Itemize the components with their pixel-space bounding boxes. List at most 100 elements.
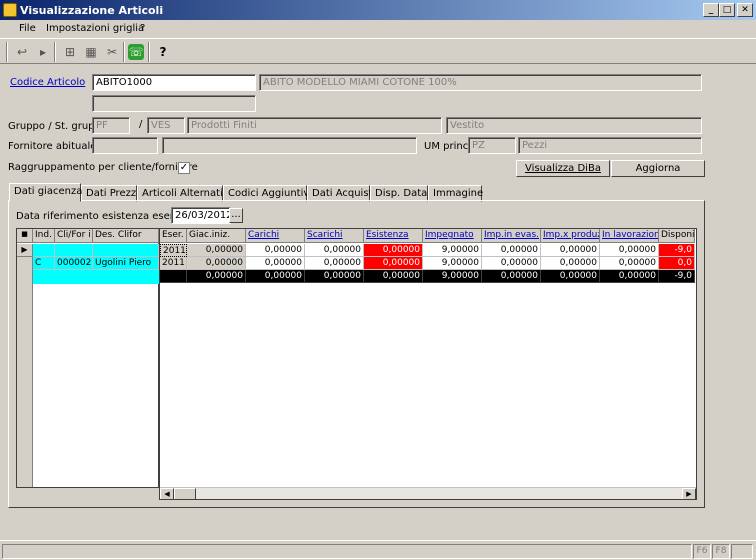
um-desc-field: Pezzi xyxy=(518,137,702,154)
toolbar-separator xyxy=(123,42,125,62)
codice-articolo-link[interactable]: Codice Articolo xyxy=(10,77,85,88)
data-riferimento-label: Data riferimento esistenza esercizio xyxy=(16,211,197,222)
window-title: Visualizzazione Articoli xyxy=(20,4,164,17)
table-cell-giac-iniz[interactable]: 0,00000 xyxy=(187,257,246,270)
close-button[interactable]: ✕ xyxy=(737,3,753,17)
table-cell-imp-x-produz[interactable]: 0,00000 xyxy=(541,244,600,257)
table-cell-imp-x-produz[interactable]: 0,00000 xyxy=(541,257,600,270)
undo-icon[interactable]: ↩ xyxy=(12,43,32,61)
gruppo-code-field: PF xyxy=(92,117,130,134)
menu-help[interactable]: ? xyxy=(140,23,145,34)
table-cell-scarichi[interactable]: 0,00000 xyxy=(305,244,364,257)
table-cell-imp-in-evas[interactable]: 0,00000 xyxy=(482,244,541,257)
row-indicator-column xyxy=(17,244,33,487)
table-cell-giac-iniz[interactable]: 0,00000 xyxy=(187,244,246,257)
table-cell-disponibile[interactable]: -9,0 xyxy=(659,244,695,257)
codice-articolo-input[interactable]: ABITO1000 xyxy=(92,74,256,91)
tab-dati-giacenza[interactable]: Dati giacenza xyxy=(9,183,82,202)
table-cell-esistenza[interactable]: 0,00000 xyxy=(364,244,423,257)
header-carichi[interactable]: Carichi xyxy=(246,229,305,243)
visualizza-diba-button[interactable]: Visualizza DiBa xyxy=(516,160,610,177)
header-clifor[interactable]: Cli/For i xyxy=(55,229,93,243)
table-cell-scarichi[interactable]: 0,00000 xyxy=(305,270,364,283)
table-cell-disponibile[interactable]: -9,0 xyxy=(659,270,695,283)
tools-icon[interactable]: ✂ xyxy=(102,43,122,61)
table-cell-scarichi[interactable]: 0,00000 xyxy=(305,257,364,270)
table-cell-esistenza[interactable]: 0,00000 xyxy=(364,257,423,270)
gruppo-desc-field: Prodotti Finiti xyxy=(187,117,442,134)
header-impegnato[interactable]: Impegnato xyxy=(423,229,482,243)
table-cell-giac-iniz[interactable]: 0,00000 xyxy=(187,270,246,283)
next-icon[interactable]: ▸ xyxy=(33,43,53,61)
data-riferimento-input[interactable]: 26/03/2012 xyxy=(171,207,231,224)
header-disponibile[interactable]: Disponil xyxy=(659,229,695,243)
header-in-lavorazione[interactable]: In lavorazion xyxy=(600,229,659,243)
table-cell-imp-x-produz[interactable]: 0,00000 xyxy=(541,270,600,283)
date-picker-button[interactable]: ... xyxy=(229,208,243,223)
extra-field xyxy=(92,95,256,112)
giacenza-grid[interactable]: Eser. Giac.iniz. Carichi Scarichi Esistenza I… xyxy=(159,228,697,500)
table-row-clifor[interactable]: 000002 xyxy=(55,257,93,270)
table-row-clifor[interactable] xyxy=(55,244,93,257)
scroll-left-button[interactable]: ◀ xyxy=(160,488,174,499)
table-cell-impegnato[interactable]: 9,00000 xyxy=(423,270,482,283)
fornitore-desc-field xyxy=(162,137,417,154)
maximize-button[interactable]: □ xyxy=(719,3,735,17)
stgruppo-desc-field: Vestito xyxy=(446,117,702,134)
table-row-ind[interactable]: C xyxy=(33,257,55,270)
clifor-grid[interactable]: ■ Ind. Cli/For i Des. Clifor ▶ C 000002 … xyxy=(16,228,159,488)
aggiorna-button[interactable]: Aggiorna xyxy=(611,160,705,177)
um-code-field: PZ xyxy=(468,137,516,154)
table-row-ind[interactable] xyxy=(33,244,55,257)
table-cell-eser[interactable]: 2011 xyxy=(160,244,187,257)
table-cell-carichi[interactable]: 0,00000 xyxy=(246,257,305,270)
current-row-marker: ▶ xyxy=(17,244,33,257)
grid-selector-header[interactable]: ■ xyxy=(17,229,33,243)
header-des-clifor[interactable]: Des. Clifor xyxy=(93,229,159,243)
header-giac-iniz[interactable]: Giac.iniz. xyxy=(187,229,246,243)
status-bar: F6 F8 xyxy=(0,540,756,560)
table-row-des[interactable] xyxy=(93,244,159,257)
horizontal-scrollbar[interactable]: ◀ ▶ xyxy=(160,487,696,499)
header-imp-x-produz[interactable]: Imp.x produz xyxy=(541,229,600,243)
table-cell-in-lavorazione[interactable]: 0,00000 xyxy=(600,244,659,257)
stgruppo-code-field: VES xyxy=(147,117,185,134)
status-message xyxy=(2,544,692,559)
header-scarichi[interactable]: Scarichi xyxy=(305,229,364,243)
table-cell-impegnato[interactable]: 9,00000 xyxy=(423,244,482,257)
header-imp-in-evas[interactable]: Imp.in evas. xyxy=(482,229,541,243)
help-icon[interactable]: ? xyxy=(153,43,173,61)
slash-label: / xyxy=(139,119,143,130)
table-row-des[interactable]: Ugolini Piero xyxy=(93,257,159,270)
table-cell-carichi[interactable]: 0,00000 xyxy=(246,244,305,257)
menu-bar: File Impostazioni griglia ? xyxy=(0,20,756,38)
menu-file[interactable]: File xyxy=(19,23,36,34)
scroll-right-button[interactable]: ▶ xyxy=(682,488,696,499)
scroll-thumb[interactable] xyxy=(174,488,196,499)
app-icon[interactable] xyxy=(3,3,17,17)
header-esistenza[interactable]: Esistenza xyxy=(364,229,423,243)
table-cell-eser[interactable] xyxy=(160,270,187,283)
table-cell-imp-in-evas[interactable]: 0,00000 xyxy=(482,270,541,283)
table-cell-disponibile[interactable]: 0,0 xyxy=(659,257,695,270)
menu-impostazioni-griglia[interactable]: Impostazioni griglia xyxy=(46,23,144,34)
table-cell-imp-in-evas[interactable]: 0,00000 xyxy=(482,257,541,270)
minimize-button[interactable]: _ xyxy=(703,3,719,17)
phone-icon[interactable]: ☏ xyxy=(128,44,144,60)
fornitore-label: Fornitore abituale xyxy=(8,141,97,152)
table-cell-eser[interactable]: 2011 xyxy=(160,257,187,270)
table-cell-esistenza[interactable]: 0,00000 xyxy=(364,270,423,283)
table-cell-in-lavorazione[interactable]: 0,00000 xyxy=(600,257,659,270)
table-cell-carichi[interactable]: 0,00000 xyxy=(246,270,305,283)
table-cell-impegnato[interactable]: 9,00000 xyxy=(423,257,482,270)
title-bar[interactable]: Visualizzazione Articoli _ □ ✕ xyxy=(0,0,756,20)
header-ind[interactable]: Ind. xyxy=(33,229,55,243)
grid-layout-icon[interactable]: ▦ xyxy=(81,43,101,61)
header-eser[interactable]: Eser. xyxy=(160,229,187,243)
resize-grip[interactable] xyxy=(731,544,753,559)
toolbar: ↩ ▸ ⊞ ▦ ✂ ☏ ? xyxy=(0,38,756,64)
toolbar-separator xyxy=(54,42,56,62)
table-cell-in-lavorazione[interactable]: 0,00000 xyxy=(600,270,659,283)
grid-export-icon[interactable]: ⊞ xyxy=(60,43,80,61)
raggruppamento-checkbox[interactable]: ✓ xyxy=(178,162,190,174)
